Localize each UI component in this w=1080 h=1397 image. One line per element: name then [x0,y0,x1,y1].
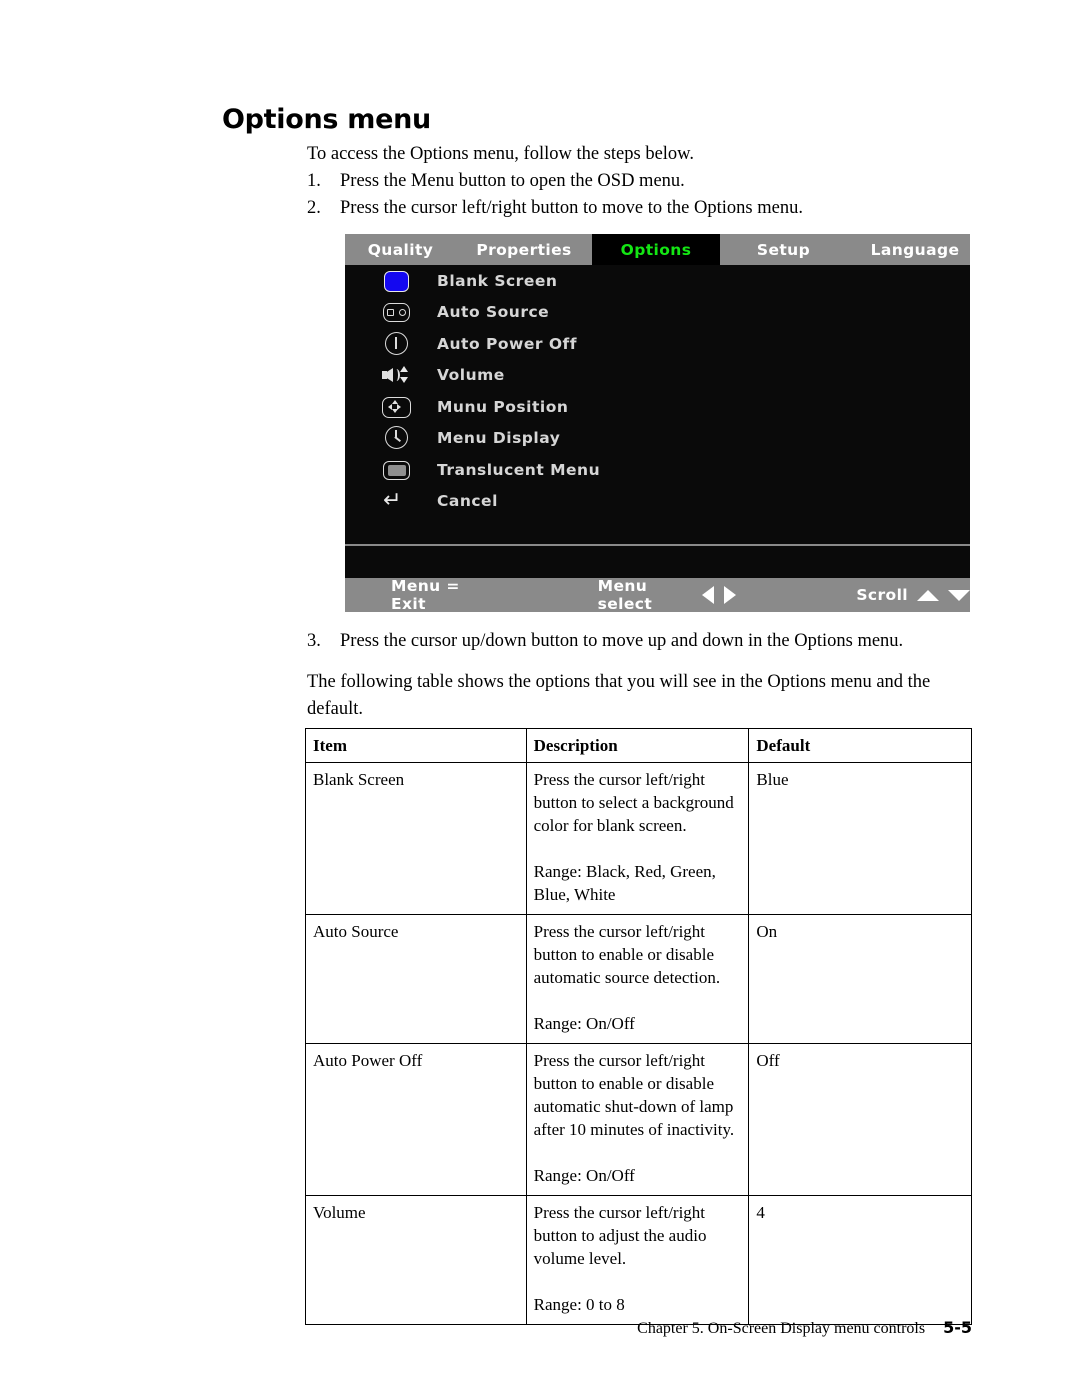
osd-item-label: Auto Power Off [437,334,578,353]
osd-item-auto-source[interactable]: Auto Source [345,297,970,329]
table-intro-paragraph: The following table shows the options th… [307,672,931,719]
osd-item-label: Volume [437,366,505,385]
cell-description: Press the cursor left/right button to en… [525,1043,750,1196]
arrow-up-icon[interactable] [917,589,939,601]
osd-menu-list: Blank Screen Auto Source Auto Power Off … [345,265,970,575]
osd-scroll-hint: Scroll [856,586,970,604]
cell-description-range: Range: 0 to 8 [533,1295,625,1314]
step-1: 1. Press the Menu button to open the OSD… [307,168,1007,195]
page-footer: Chapter 5. On-Screen Display menu contro… [0,1318,972,1338]
column-header-description: Description [525,728,750,763]
intro-paragraph: To access the Options menu, follow the s… [307,144,694,164]
cell-description-text: Press the cursor left/right button to ad… [533,1203,707,1268]
osd-status-bar: Menu = Exit Menu select Scroll [345,577,970,612]
auto-source-icon [381,300,411,324]
osd-item-label: Munu Position [437,397,569,416]
translucent-menu-icon [381,458,411,482]
cell-description-text: Press the cursor left/right button to en… [533,1051,735,1139]
step-1-number: 1. [307,171,321,191]
column-header-item: Item [305,728,527,763]
osd-tab-language[interactable]: Language [847,234,970,265]
osd-item-auto-power-off[interactable]: Auto Power Off [345,328,970,360]
osd-item-label: Blank Screen [437,271,558,290]
osd-tab-options[interactable]: Options [592,234,720,265]
cell-item: Blank Screen [305,762,527,915]
blank-screen-icon [381,269,411,293]
osd-tab-properties[interactable]: Properties [456,234,592,265]
osd-tab-quality[interactable]: Quality [345,234,456,265]
power-icon [381,331,411,356]
table-row: Auto Source Press the cursor left/right … [305,914,972,1044]
osd-item-label: Menu Display [437,429,561,448]
arrow-down-icon[interactable] [948,589,970,601]
volume-icon [381,363,411,387]
column-header-default: Default [748,728,972,763]
osd-exit-hint: Menu = Exit [391,577,460,612]
options-table: Item Description Default Blank Screen Pr… [305,728,972,1325]
step-3: 3. Press the cursor up/down button to mo… [307,628,1007,655]
table-header-row: Item Description Default [305,728,972,763]
osd-item-menu-display[interactable]: Menu Display [345,423,970,455]
cell-item: Auto Power Off [305,1043,527,1196]
cell-default: 4 [748,1195,972,1325]
footer-chapter-text: Chapter 5. On-Screen Display menu contro… [637,1320,926,1337]
osd-tab-setup[interactable]: Setup [720,234,847,265]
osd-item-label: Cancel [437,492,498,511]
arrow-right-icon[interactable] [724,586,737,604]
cell-item: Auto Source [305,914,527,1044]
osd-screenshot: Quality Properties Options Setup Languag… [345,234,970,612]
osd-scroll-label: Scroll [856,586,908,604]
step-2-text: Press the cursor left/right button to mo… [340,198,803,218]
osd-item-label: Auto Source [437,303,550,322]
osd-item-cancel[interactable]: ↵ Cancel [345,486,970,518]
osd-item-menu-position[interactable]: Munu Position [345,391,970,423]
cell-description-range: Range: On/Off [533,1166,635,1185]
osd-item-blank-screen[interactable]: Blank Screen [345,265,970,297]
osd-blank-area [345,546,970,578]
table-row: Volume Press the cursor left/right butto… [305,1195,972,1325]
cell-description-range: Range: On/Off [533,1014,635,1033]
cell-default: Off [748,1043,972,1196]
cell-description: Press the cursor left/right button to se… [525,762,750,915]
cell-description-range: Range: Black, Red, Green, Blue, White [533,862,716,904]
step-2: 2. Press the cursor left/right button to… [307,195,1007,222]
cell-default: On [748,914,972,1044]
cell-description: Press the cursor left/right button to ad… [525,1195,750,1325]
step-3-number: 3. [307,631,321,651]
table-row: Blank Screen Press the cursor left/right… [305,762,972,915]
step-2-number: 2. [307,198,321,218]
cell-description-text: Press the cursor left/right button to en… [533,922,721,987]
step-3-text: Press the cursor up/down button to move … [340,631,904,651]
cell-description: Press the cursor left/right button to en… [525,914,750,1044]
cell-default: Blue [748,762,972,915]
osd-item-translucent-menu[interactable]: Translucent Menu [345,454,970,486]
step-1-text: Press the Menu button to open the OSD me… [340,171,685,191]
osd-item-label: Translucent Menu [437,460,601,479]
page-title: Options menu [222,104,431,135]
osd-tab-bar: Quality Properties Options Setup Languag… [345,234,970,265]
return-arrow-icon: ↵ [383,488,402,514]
osd-select-hint: Menu select [598,577,737,612]
arrow-left-icon[interactable] [702,586,715,604]
cell-description-text: Press the cursor left/right button to se… [533,770,734,835]
table-row: Auto Power Off Press the cursor left/rig… [305,1043,972,1196]
osd-item-volume[interactable]: Volume [345,360,970,392]
clock-icon [381,426,411,450]
page-number: 5-5 [943,1318,972,1337]
cell-item: Volume [305,1195,527,1325]
menu-position-icon [381,395,411,419]
osd-select-label: Menu select [597,577,653,612]
